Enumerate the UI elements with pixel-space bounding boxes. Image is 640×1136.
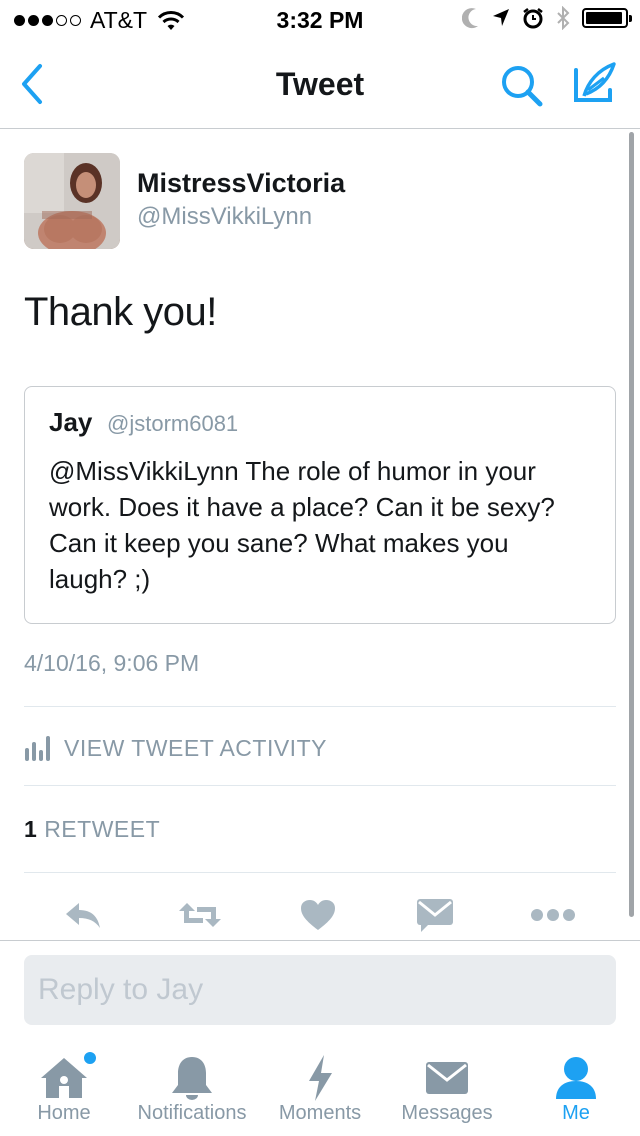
chevron-left-icon bbox=[22, 64, 42, 104]
location-arrow-icon bbox=[493, 9, 509, 26]
retweet-icon bbox=[179, 903, 221, 927]
status-bar: AT&T 3:32 PM bbox=[0, 0, 640, 40]
person-icon bbox=[556, 1057, 596, 1099]
tab-me[interactable]: Me bbox=[536, 1040, 616, 1136]
home-notification-badge bbox=[82, 1050, 98, 1066]
more-icon bbox=[531, 909, 575, 921]
scrollbar[interactable] bbox=[629, 132, 634, 917]
tab-moments[interactable]: Moments bbox=[270, 1040, 370, 1136]
retweet-button[interactable] bbox=[170, 890, 230, 940]
retweet-count: 1 bbox=[24, 816, 38, 842]
display-name[interactable]: MistressVictoria bbox=[137, 168, 345, 199]
tab-messages[interactable]: Messages bbox=[392, 1040, 502, 1136]
more-button[interactable] bbox=[523, 890, 583, 940]
direct-message-button[interactable] bbox=[405, 890, 465, 940]
envelope-icon bbox=[426, 1062, 468, 1094]
reply-icon bbox=[66, 903, 100, 928]
direct-message-icon bbox=[417, 899, 453, 932]
battery-icon bbox=[582, 8, 632, 28]
moon-icon bbox=[462, 8, 478, 29]
retweet-label: RETWEET bbox=[44, 816, 161, 842]
quoted-tweet-name: Jay bbox=[49, 407, 93, 437]
tweet-timestamp: 4/10/16, 9:06 PM bbox=[24, 650, 200, 676]
navigation-bar: Tweet bbox=[0, 40, 640, 129]
divider bbox=[24, 706, 616, 707]
quoted-tweet[interactable]: Jay @jstorm6081 @MissVikkiLynn The role … bbox=[24, 386, 616, 624]
avatar-photo bbox=[24, 153, 120, 249]
quoted-tweet-text: @MissVikkiLynn The role of humor in your… bbox=[49, 456, 555, 594]
activity-label: VIEW TWEET ACTIVITY bbox=[64, 734, 327, 761]
screen-name[interactable]: @MissVikkiLynn bbox=[137, 203, 312, 231]
view-tweet-activity-button[interactable]: VIEW TWEET ACTIVITY bbox=[24, 732, 327, 764]
lightning-icon bbox=[309, 1055, 332, 1101]
divider bbox=[24, 785, 616, 786]
reply-input[interactable] bbox=[24, 955, 616, 1025]
tab-bar: Home Notifications Moments Messages Me bbox=[0, 1040, 640, 1136]
search-icon bbox=[502, 66, 543, 107]
compose-feather-icon bbox=[574, 62, 616, 102]
tab-home[interactable]: Home bbox=[20, 1040, 108, 1136]
quoted-tweet-handle: @jstorm6081 bbox=[107, 411, 239, 436]
home-icon-wrap bbox=[39, 1050, 98, 1106]
retweet-count-link[interactable]: 1 RETWEET bbox=[24, 816, 160, 843]
divider bbox=[24, 872, 616, 873]
envelope-icon-wrap bbox=[425, 1050, 469, 1106]
compose-button[interactable] bbox=[570, 60, 618, 108]
tweet-actions bbox=[0, 890, 640, 940]
search-button[interactable] bbox=[498, 62, 546, 110]
person-icon-wrap bbox=[554, 1050, 598, 1106]
like-button[interactable] bbox=[288, 890, 348, 940]
tweet-text: Thank you! bbox=[24, 290, 217, 334]
tab-notifications[interactable]: Notifications bbox=[128, 1040, 256, 1136]
lightning-icon-wrap bbox=[306, 1050, 334, 1106]
heart-icon bbox=[301, 900, 335, 930]
avatar[interactable] bbox=[24, 153, 120, 249]
bell-icon bbox=[172, 1057, 212, 1100]
bell-icon-wrap bbox=[170, 1050, 214, 1106]
home-icon bbox=[41, 1058, 87, 1098]
alarm-icon bbox=[523, 8, 543, 29]
back-button[interactable] bbox=[16, 62, 52, 106]
reply-bar bbox=[0, 940, 640, 1041]
status-icons bbox=[462, 6, 632, 30]
bar-chart-icon bbox=[25, 736, 50, 761]
reply-button[interactable] bbox=[53, 890, 113, 940]
bluetooth-icon bbox=[557, 6, 570, 30]
